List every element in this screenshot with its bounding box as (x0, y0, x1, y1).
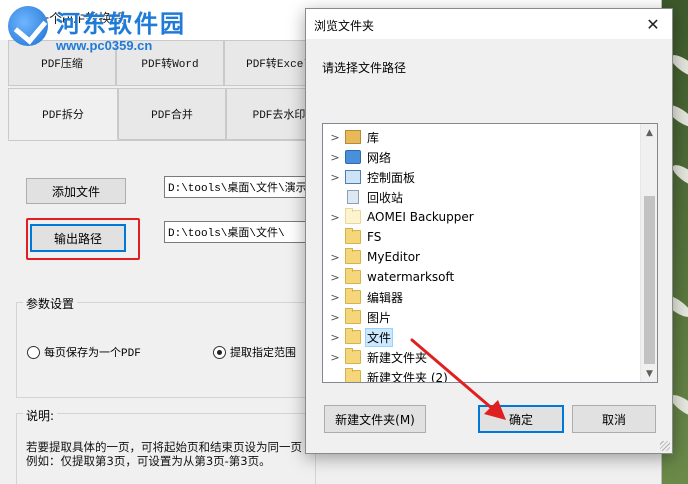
resize-grip-icon[interactable] (660, 441, 670, 451)
tree-item-label: 新建文件夹 (2) (367, 370, 448, 383)
tree-item-pictures[interactable]: > 图片 (323, 307, 641, 327)
folder-icon (345, 208, 361, 224)
tree-item-library[interactable]: > 库 (323, 127, 641, 147)
cancel-button[interactable]: 取消 (572, 405, 656, 433)
scroll-down-icon[interactable]: ▼ (641, 365, 657, 382)
new-folder-button[interactable]: 新建文件夹(M) (324, 405, 426, 433)
description-title: 说明: (23, 407, 58, 424)
chevron-right-icon[interactable]: > (327, 131, 343, 144)
chevron-right-icon[interactable]: > (327, 151, 343, 164)
chevron-right-icon[interactable]: > (327, 251, 343, 264)
library-icon (345, 130, 361, 144)
tab-label: PDF转Excel (246, 59, 310, 71)
params-group-title: 参数设置 (23, 295, 78, 312)
chevron-right-icon[interactable]: > (327, 311, 343, 324)
folder-icon (345, 288, 361, 304)
folder-icon (345, 368, 361, 382)
control-panel-icon (345, 170, 361, 184)
scroll-up-icon[interactable]: ▲ (641, 124, 657, 141)
tree-item-label: AOMEI Backupper (367, 210, 474, 224)
chevron-right-icon[interactable]: > (327, 331, 343, 344)
tree-item-recycle-bin[interactable]: 回收站 (323, 187, 641, 207)
tree-item-aomei-backupper[interactable]: > AOMEI Backupper (323, 207, 641, 227)
tab-pdf-split[interactable]: PDF拆分 (8, 88, 118, 140)
scrollbar-thumb[interactable] (644, 196, 655, 364)
radio-extract-range[interactable]: 提取指定范围 (213, 344, 296, 360)
tab-label: PDF压缩 (41, 59, 83, 71)
folder-icon (345, 248, 361, 264)
tree-item-watermarksoft[interactable]: > watermarksoft (323, 267, 641, 287)
add-file-button[interactable]: 添加文件 (26, 178, 126, 204)
input-file-path-field[interactable]: D:\tools\桌面\文件\演示 (164, 176, 314, 198)
dialog-prompt: 请选择文件路径 (322, 61, 407, 75)
network-icon (345, 150, 361, 164)
tree-item-label: 文件 (365, 327, 394, 347)
tab-label: PDF去水印 (252, 110, 306, 122)
radio-label: 每页保存为一个PDF (44, 348, 141, 360)
tree-item-new-folder[interactable]: > 新建文件夹 (323, 347, 641, 367)
close-icon[interactable]: ✕ (636, 9, 670, 39)
tree-item-label: watermarksoft (367, 270, 455, 284)
recycle-bin-icon (347, 190, 359, 204)
tree-item-label: 新建文件夹 (367, 350, 428, 365)
folder-tree[interactable]: > 库 > 网络 > 控制面板 回收站 > AOMEI Backupper FS (322, 123, 658, 383)
tree-item-label: 回收站 (367, 190, 404, 205)
tree-item-label: 网络 (367, 150, 392, 165)
radio-each-page-pdf[interactable]: 每页保存为一个PDF (27, 344, 141, 360)
dialog-titlebar: 浏览文件夹 ✕ (306, 9, 672, 39)
tab-label: PDF拆分 (42, 110, 84, 122)
folder-icon (345, 308, 361, 324)
radio-indicator (27, 345, 40, 359)
split-panel: 添加文件 D:\tools\桌面\文件\演示 输出路径 D:\tools\桌面\… (8, 140, 316, 484)
chevron-right-icon[interactable]: > (327, 211, 343, 224)
watermark-name: 河东软件园 (56, 10, 186, 38)
folder-icon (345, 328, 361, 344)
tree-item-label: 图片 (367, 310, 392, 325)
tree-item-fs[interactable]: FS (323, 227, 641, 247)
dialog-title: 浏览文件夹 (314, 19, 375, 33)
folder-icon (345, 268, 361, 284)
tree-item-myeditor[interactable]: > MyEditor (323, 247, 641, 267)
function-tabs: PDF压缩 PDF转Word PDF转Excel PDF拆分 PDF合并 PDF… (8, 40, 332, 140)
tree-item-new-folder-2[interactable]: 新建文件夹 (2) (323, 367, 641, 383)
browse-folder-dialog: 浏览文件夹 ✕ 请选择文件路径 > 库 > 网络 > 控制面板 回收站 > AO… (305, 8, 673, 454)
chevron-right-icon[interactable]: > (327, 171, 343, 184)
chevron-right-icon[interactable]: > (327, 271, 343, 284)
chevron-right-icon[interactable]: > (327, 291, 343, 304)
watermark-url: www.pc0359.cn (56, 38, 153, 53)
tree-item-control-panel[interactable]: > 控制面板 (323, 167, 641, 187)
tab-label: PDF合并 (151, 110, 193, 122)
tree-item-label: 编辑器 (367, 290, 404, 305)
tree-item-label: 库 (367, 130, 380, 145)
folder-icon (345, 228, 361, 244)
radio-label: 提取指定范围 (230, 348, 296, 360)
tree-item-label: 控制面板 (367, 170, 416, 185)
ok-button[interactable]: 确定 (478, 405, 564, 433)
tab-pdf-merge[interactable]: PDF合并 (118, 88, 226, 140)
params-group: 参数设置 每页保存为一个PDF 提取指定范围 (16, 295, 316, 398)
tab-label: PDF转Word (141, 59, 199, 71)
chevron-right-icon[interactable]: > (327, 351, 343, 364)
tree-item-label: MyEditor (367, 250, 420, 264)
description-line: 例如：仅提取第3页，可设置为从第3页-第3页。 (26, 454, 271, 468)
tree-scrollbar[interactable]: ▲ ▼ (640, 124, 657, 382)
radio-indicator-selected (213, 345, 226, 359)
tree-item-network[interactable]: > 网络 (323, 147, 641, 167)
tree-item-files-selected[interactable]: > 文件 (323, 327, 641, 347)
output-path-field[interactable]: D:\tools\桌面\文件\ (164, 221, 314, 243)
watermark-logo (8, 6, 48, 46)
output-path-button[interactable]: 输出路径 (30, 224, 126, 252)
tree-item-editor[interactable]: > 编辑器 (323, 287, 641, 307)
folder-icon (345, 348, 361, 364)
tree-item-label: FS (367, 230, 382, 244)
